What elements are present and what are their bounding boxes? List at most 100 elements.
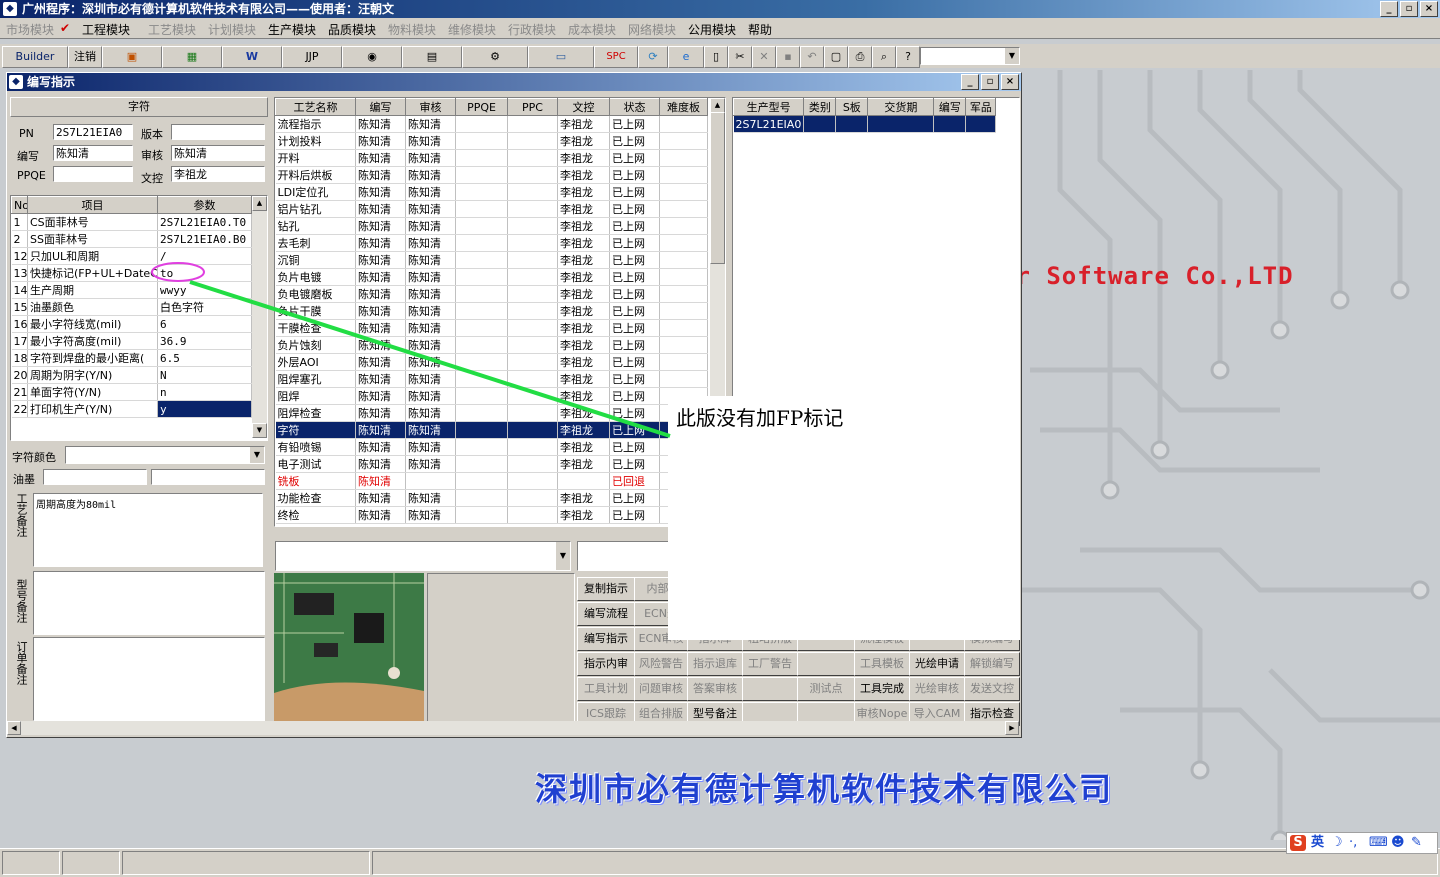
process-cell[interactable]: 沉铜	[275, 251, 356, 269]
process-cell[interactable]: 计划投料	[275, 132, 356, 150]
process-cell[interactable]: 李祖龙	[557, 234, 610, 252]
process-cell[interactable]	[659, 217, 708, 235]
params-cell-value[interactable]: 6	[157, 315, 252, 333]
process-cell[interactable]	[455, 268, 508, 286]
process-cell[interactable]: 李祖龙	[557, 336, 610, 354]
process-row[interactable]: 功能检查 陈知清 陈知清 李祖龙 已上网	[275, 489, 708, 507]
process-cell[interactable]: 电子测试	[275, 455, 356, 473]
process-cell[interactable]: 已上网	[609, 285, 660, 303]
process-cell[interactable]: 陈知清	[355, 506, 406, 524]
params-row[interactable]: 22 打印机生产(Y/N) y	[11, 400, 252, 418]
process-cell[interactable]	[455, 421, 508, 439]
process-cell[interactable]: 阻焊	[275, 387, 356, 405]
process-cell[interactable]: 李祖龙	[557, 217, 610, 235]
process-cell[interactable]: 铣板	[275, 472, 356, 490]
process-cell[interactable]: 已上网	[609, 455, 660, 473]
process-cell[interactable]: 李祖龙	[557, 166, 610, 184]
params-cell-value[interactable]: 36.9	[157, 332, 252, 350]
ime-toolbar[interactable]: S 英 ☽ ·, ⌨ ☻ ✎	[1286, 832, 1438, 854]
process-cell[interactable]	[507, 404, 558, 422]
process-cell[interactable]	[455, 438, 508, 456]
process-cell[interactable]: 已上网	[609, 132, 660, 150]
print-preview-icon[interactable]: ▢	[824, 46, 848, 68]
process-header-cell[interactable]: PPC	[507, 98, 558, 116]
params-grid[interactable]: No 项目 参数 1 CS面菲林号 2S7L21EIA0.T0 2 SS面菲林号 2S7L…	[10, 195, 268, 441]
menu-market[interactable]: 市场模块	[6, 21, 54, 38]
params-cell-item[interactable]: 只加UL和周期	[27, 247, 158, 265]
params-cell-value[interactable]: N	[157, 366, 252, 384]
params-cell-no[interactable]: 18	[11, 349, 28, 367]
order-note-textarea[interactable]	[33, 637, 265, 721]
params-cell-value[interactable]: to	[157, 264, 252, 282]
process-cell[interactable]	[455, 506, 508, 524]
process-cell[interactable]: 陈知清	[405, 455, 456, 473]
scroll-down-icon[interactable]: ▼	[252, 423, 267, 438]
process-cell[interactable]	[507, 234, 558, 252]
process-row[interactable]: 负片电镀 陈知清 陈知清 李祖龙 已上网	[275, 268, 708, 286]
wrench-icon[interactable]: ✎	[1411, 833, 1422, 853]
process-cell[interactable]: 陈知清	[355, 404, 406, 422]
params-cell-no[interactable]: 12	[11, 247, 28, 265]
params-cell-item[interactable]: 油墨颜色	[27, 298, 158, 316]
process-cell[interactable]: 李祖龙	[557, 353, 610, 371]
params-cell-item[interactable]: SS面菲林号	[27, 230, 158, 248]
params-cell-item[interactable]: 最小字符高度(mil)	[27, 332, 158, 350]
moon-icon[interactable]: ☽	[1331, 833, 1343, 853]
process-cell[interactable]: 陈知清	[355, 421, 406, 439]
delete-icon[interactable]: ✕	[752, 46, 776, 68]
params-cell-value[interactable]: 2S7L21EIA0.T0	[157, 213, 252, 231]
models-header-cell[interactable]: 编写	[933, 98, 967, 116]
user-icon[interactable]: ☻	[1391, 833, 1405, 853]
process-cell[interactable]: 负片蚀刻	[275, 336, 356, 354]
params-cell-no[interactable]: 20	[11, 366, 28, 384]
process-cell[interactable]: 已上网	[609, 438, 660, 456]
params-row[interactable]: 1 CS面菲林号 2S7L21EIA0.T0	[11, 213, 252, 231]
process-cell[interactable]: 李祖龙	[557, 200, 610, 218]
ime-language[interactable]: 英	[1311, 833, 1324, 853]
params-row[interactable]: 20 周期为阴字(Y/N) N	[11, 366, 252, 384]
process-cell[interactable]: 已上网	[609, 149, 660, 167]
process-cell[interactable]	[659, 200, 708, 218]
action-button[interactable]: 编写指示	[577, 627, 635, 651]
params-cell-value[interactable]: 2S7L21EIA0.B0	[157, 230, 252, 248]
process-row[interactable]: 负电镀磨板 陈知清 陈知清 李祖龙 已上网	[275, 285, 708, 303]
refresh-icon[interactable]: ⟳	[638, 46, 668, 68]
model-note-textarea[interactable]	[33, 571, 265, 635]
process-cell[interactable]	[659, 166, 708, 184]
process-cell[interactable]: 已上网	[609, 251, 660, 269]
scroll-left-icon[interactable]: ◀	[7, 721, 21, 735]
process-cell[interactable]: 陈知清	[405, 506, 456, 524]
process-cell[interactable]	[507, 132, 558, 150]
process-row[interactable]: 阻焊 陈知清 陈知清 李祖龙 已上网	[275, 387, 708, 405]
close-button[interactable]: ×	[1420, 1, 1438, 17]
process-cell[interactable]: 已上网	[609, 183, 660, 201]
process-cell[interactable]: 陈知清	[355, 489, 406, 507]
process-header-cell[interactable]: 编写	[355, 98, 406, 116]
models-cell[interactable]	[867, 115, 935, 133]
keyboard-icon[interactable]: ⌨	[1369, 833, 1388, 853]
excel-icon[interactable]: ▦	[162, 46, 222, 68]
process-cell[interactable]: 陈知清	[355, 336, 406, 354]
process-cell[interactable]: 陈知清	[405, 183, 456, 201]
writer-field[interactable]: 陈知清	[53, 145, 133, 161]
window-maximize-button[interactable]: ▫	[981, 74, 999, 90]
process-cell[interactable]	[455, 404, 508, 422]
process-cell[interactable]	[659, 149, 708, 167]
process-cell[interactable]: 陈知清	[405, 285, 456, 303]
action-button[interactable]: 发送文控	[964, 677, 1020, 701]
process-row[interactable]: 流程指示 陈知清 陈知清 李祖龙 已上网	[275, 115, 708, 133]
process-cell[interactable]	[455, 149, 508, 167]
params-cell-value[interactable]: y	[157, 400, 252, 418]
process-cell[interactable]	[507, 421, 558, 439]
models-grid[interactable]: 生产型号 类别 S板 交货期 编写 军品 2S7L21EIA0	[732, 97, 1020, 403]
process-cell[interactable]	[659, 234, 708, 252]
process-header-cell[interactable]: 工艺名称	[275, 98, 356, 116]
process-cell[interactable]	[659, 268, 708, 286]
process-row[interactable]: 计划投料 陈知清 陈知清 李祖龙 已上网	[275, 132, 708, 150]
process-cell[interactable]: 陈知清	[355, 217, 406, 235]
params-header-item[interactable]: 项目	[27, 196, 158, 214]
process-cell[interactable]	[659, 370, 708, 388]
process-row[interactable]: 阻焊检查 陈知清 陈知清 李祖龙 已上网	[275, 404, 708, 422]
process-cell[interactable]	[455, 370, 508, 388]
process-combo[interactable]: ▼	[275, 541, 571, 571]
